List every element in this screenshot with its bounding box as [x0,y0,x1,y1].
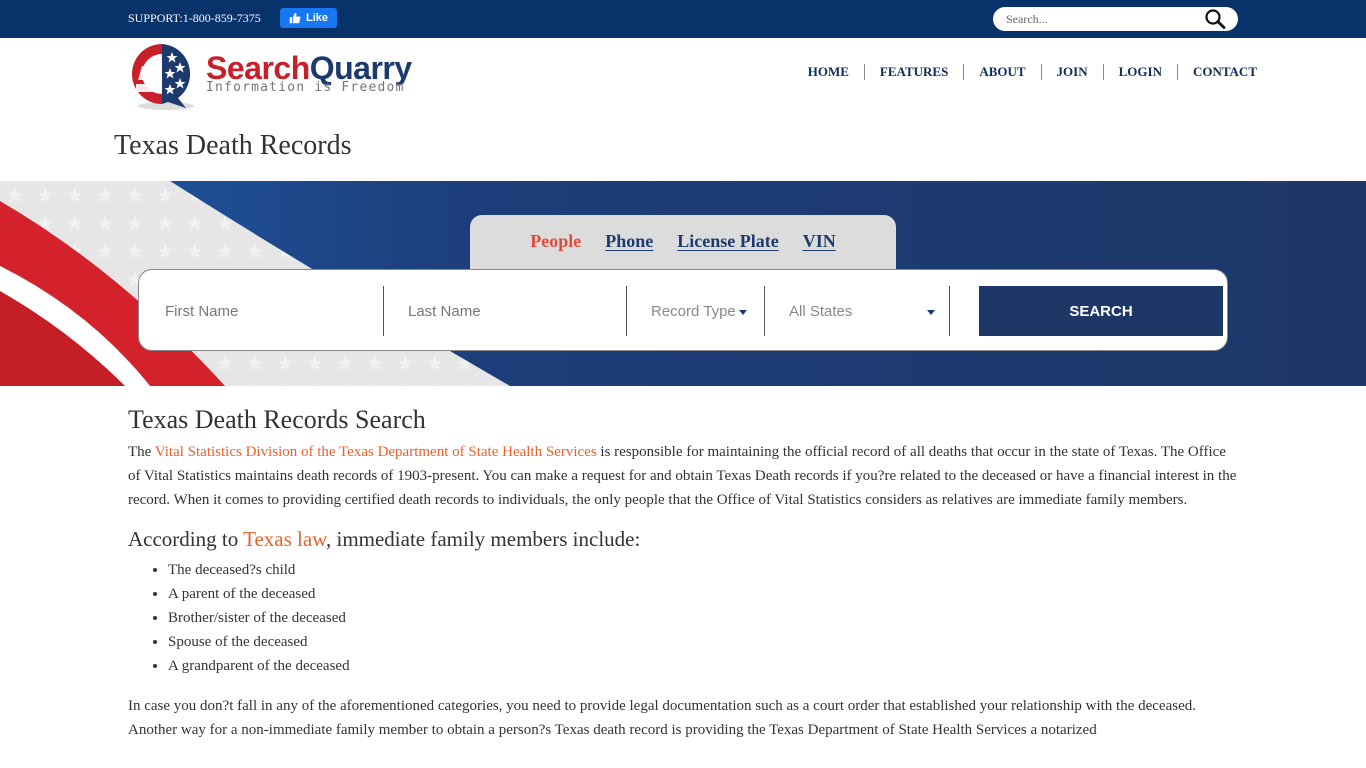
chevron-down-icon [738,310,747,315]
logo-wordmark: SearchQuarry Information is Freedom [206,50,412,95]
list-item: The deceased?s child [168,558,1240,582]
support-phone[interactable]: SUPPORT:1-800-859-7375 [128,11,261,26]
family-members-heading: According to Texas law, immediate family… [128,526,1240,552]
search-hero: People Phone License Plate VIN Record Ty… [0,181,1366,386]
field-divider [626,286,627,336]
nav-contact[interactable]: CONTACT [1176,64,1272,80]
nav-about[interactable]: ABOUT [963,64,1040,80]
requirements-paragraph: In case you don?t fall in any of the afo… [128,698,1196,738]
subheading-start: According to [128,527,244,551]
tab-license-plate[interactable]: License Plate [677,231,778,253]
nav-login[interactable]: LOGIN [1102,64,1177,80]
record-type-select[interactable]: Record Type [651,286,766,336]
field-divider [764,286,765,336]
list-item: A grandparent of the deceased [168,654,1240,678]
top-bar: SUPPORT:1-800-859-7375 Like [0,0,1366,38]
site-search-input[interactable] [1006,10,1196,28]
list-item: A parent of the deceased [168,582,1240,606]
article: Texas Death Records Search The Vital Sta… [128,404,1240,742]
family-members-list: The deceased?s child A parent of the dec… [168,558,1240,678]
site-search [993,7,1238,31]
thumbs-up-icon [289,12,301,24]
intro-text-start: The [128,444,155,460]
vital-statistics-link[interactable]: Vital Statistics Division of the Texas D… [155,444,597,460]
tab-vin[interactable]: VIN [803,231,836,253]
chevron-down-icon [927,310,935,315]
people-search-form: Record Type All States SEARCH [138,269,1228,351]
last-name-input[interactable] [408,302,623,320]
field-divider [949,286,950,336]
state-value: All States [789,302,853,320]
list-item: Brother/sister of the deceased [168,606,1240,630]
nav-features[interactable]: FEATURES [863,64,963,80]
facebook-like-button[interactable]: Like [280,8,337,28]
nav-join[interactable]: JOIN [1040,64,1103,80]
last-name-field [408,286,623,336]
nav-home[interactable]: HOME [793,64,864,80]
like-label: Like [305,12,328,24]
main-nav: HOME FEATURES ABOUT JOIN LOGIN CONTACT [793,64,1272,80]
logo-emblem-icon [132,44,194,110]
record-type-value: Record Type [651,302,736,320]
page-title: Texas Death Records [114,130,352,161]
tab-phone[interactable]: Phone [605,231,653,253]
tab-people[interactable]: People [530,231,581,253]
first-name-field [165,286,380,336]
list-item: Spouse of the deceased [168,630,1240,654]
article-heading: Texas Death Records Search [128,405,426,434]
search-icon[interactable] [1203,8,1227,30]
subheading-end: , immediate family members include: [325,527,641,551]
searchquarry-logo[interactable]: SearchQuarry Information is Freedom [128,40,428,112]
intro-paragraph: The Vital Statistics Division of the Tex… [128,440,1240,512]
search-button[interactable]: SEARCH [979,286,1223,336]
search-type-tabs: People Phone License Plate VIN [470,215,896,275]
logo-tagline: Information is Freedom [206,80,405,95]
texas-law-link[interactable]: Texas law [243,527,326,551]
first-name-input[interactable] [165,302,380,320]
state-select[interactable]: All States [789,286,935,336]
field-divider [383,286,384,336]
